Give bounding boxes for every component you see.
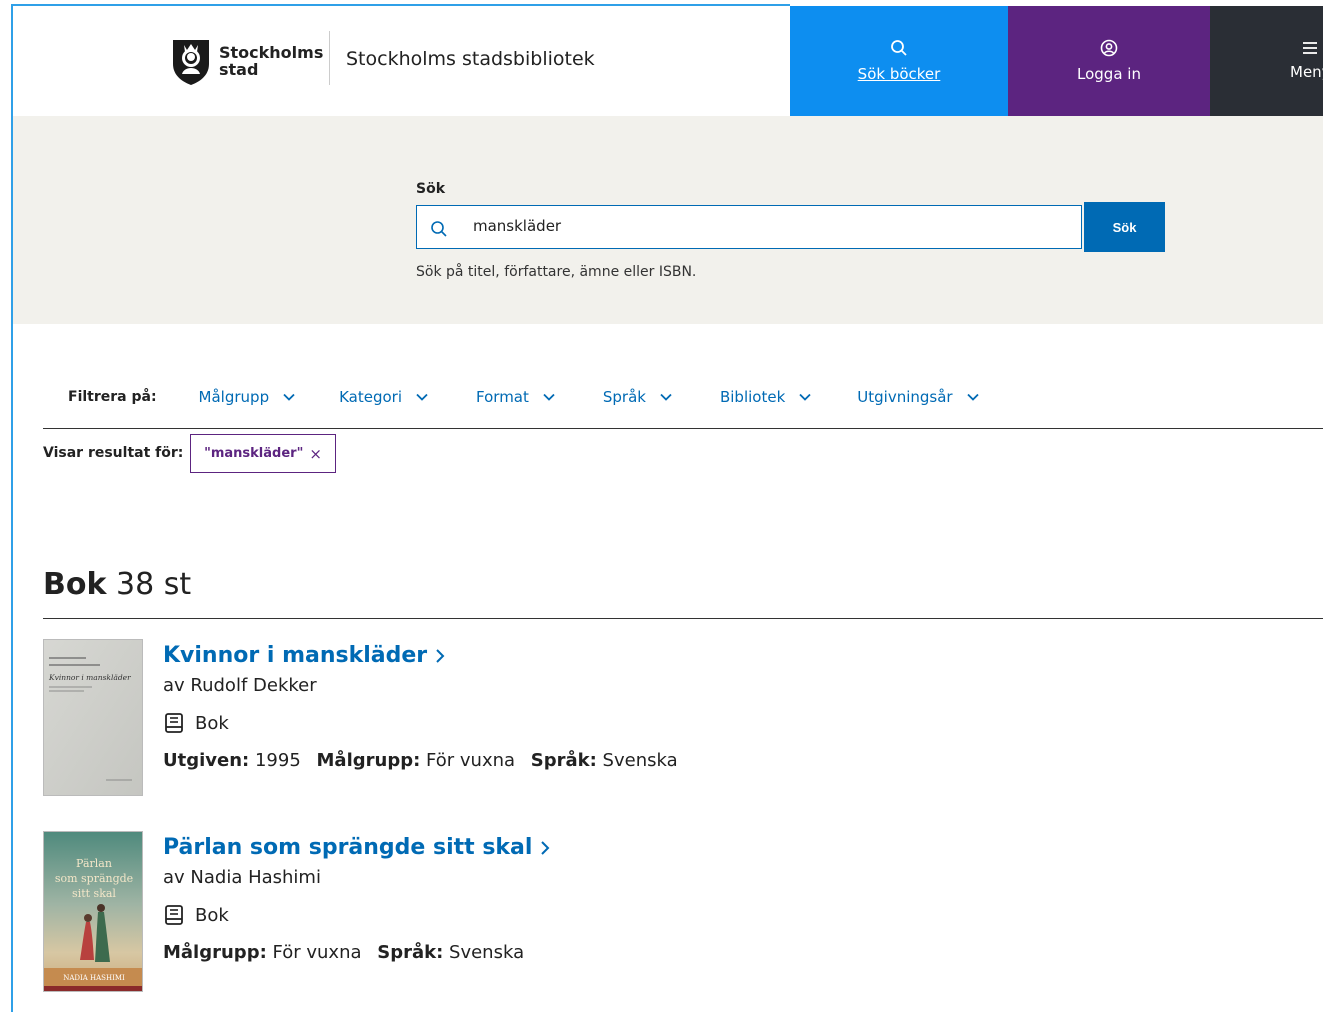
- nav-login-label: Logga in: [1077, 65, 1141, 83]
- search-label: Sök: [416, 181, 446, 197]
- search-section: Sök Sök Sök på titel, författare, ämne e…: [13, 116, 1323, 324]
- audience-label: Målgrupp:: [163, 942, 267, 963]
- site-name[interactable]: Stockholms stadsbibliotek: [346, 48, 595, 70]
- chevron-down-icon: [966, 393, 979, 401]
- user-circle-icon: [1100, 39, 1118, 57]
- book-author: av Nadia Hashimi: [163, 867, 321, 888]
- filter-item-label: Språk: [602, 388, 646, 406]
- chevron-down-icon: [799, 393, 811, 401]
- language-value: Svenska: [602, 750, 678, 771]
- book-title: Pärlan som sprängde sitt skal: [163, 835, 533, 860]
- audience-label: Målgrupp:: [316, 750, 421, 771]
- chevron-down-icon: [416, 393, 428, 401]
- filter-utgivningsar-dropdown[interactable]: Utgivningsår: [857, 388, 979, 406]
- nav-menu-button[interactable]: Meny: [1210, 6, 1323, 116]
- chevron-right-icon: [541, 840, 550, 855]
- audience-value: För vuxna: [272, 942, 362, 963]
- chevron-down-icon: [543, 393, 555, 401]
- filter-item-label: Kategori: [339, 388, 403, 406]
- search-icon: [891, 40, 907, 56]
- language-label: Språk:: [377, 942, 444, 963]
- book-author: av Rudolf Dekker: [163, 675, 317, 696]
- book-icon: [165, 905, 183, 925]
- filter-item-label: Bibliotek: [719, 388, 786, 406]
- filter-divider: [43, 428, 1323, 429]
- logo-text-line1: Stockholms: [219, 43, 324, 62]
- filter-kategori-dropdown[interactable]: Kategori: [339, 388, 428, 406]
- close-icon[interactable]: ×: [309, 445, 322, 463]
- search-input[interactable]: [471, 216, 1035, 236]
- published-label: Utgiven:: [163, 750, 250, 771]
- book-icon: [165, 713, 183, 733]
- book-format-label: Bok: [195, 904, 229, 926]
- chevron-down-icon: [660, 393, 672, 401]
- cover-title-line3: sitt skal: [72, 887, 116, 900]
- filter-format-dropdown[interactable]: Format: [476, 388, 555, 406]
- stockholm-crest-icon: [173, 40, 209, 85]
- results-divider: [43, 618, 1323, 619]
- search-submit-button[interactable]: Sök: [1084, 202, 1165, 252]
- language-value: Svenska: [449, 942, 525, 963]
- logo-text-line2: stad: [219, 60, 259, 79]
- filter-item-label: Format: [476, 388, 529, 406]
- results-count: 38 st: [115, 567, 192, 602]
- search-icon: [431, 221, 447, 237]
- active-filter-chip-label: "manskläder": [204, 446, 304, 461]
- results-heading: Bok 38 st: [43, 567, 191, 602]
- filter-item-label: Utgivningsår: [857, 388, 953, 406]
- site-header: Stockholms stad Stockholms stadsbibliote…: [13, 6, 1323, 116]
- chevron-down-icon: [283, 393, 295, 401]
- book-format-label: Bok: [195, 712, 229, 734]
- book-title-link[interactable]: Kvinnor i manskläder: [163, 643, 678, 668]
- results-type: Bok: [43, 567, 107, 602]
- language-label: Språk:: [530, 750, 597, 771]
- cover-title-line2: som sprängde: [55, 872, 133, 885]
- active-filter-chip[interactable]: "manskläder" ×: [190, 434, 336, 473]
- search-field[interactable]: [416, 205, 1082, 249]
- cover-title: Kvinnor i manskläder: [48, 673, 131, 682]
- book-title: Kvinnor i manskläder: [163, 643, 428, 668]
- book-title-link[interactable]: Pärlan som sprängde sitt skal: [163, 835, 550, 860]
- book-cover-image[interactable]: Pärlan som sprängde sitt skal NADIA HASH…: [43, 831, 143, 992]
- filter-label: Filtrera på:: [68, 389, 157, 405]
- book-info: Kvinnor i manskläder av Rudolf Dekker Bo…: [163, 643, 678, 771]
- book-meta: Målgrupp: För vuxna Språk: Svenska: [163, 942, 550, 963]
- filter-bibliotek-dropdown[interactable]: Bibliotek: [720, 388, 811, 406]
- audience-value: För vuxna: [426, 750, 516, 771]
- nav-search-books-button[interactable]: Sök böcker: [790, 6, 1008, 116]
- book-info: Pärlan som sprängde sitt skal av Nadia H…: [163, 835, 550, 963]
- search-hint: Sök på titel, författare, ämne eller ISB…: [416, 264, 697, 280]
- book-cover-image[interactable]: Kvinnor i manskläder: [43, 639, 143, 796]
- hamburger-menu-icon: [1303, 42, 1318, 54]
- stockholms-stad-logo[interactable]: Stockholms stad: [171, 36, 323, 86]
- nav-menu-label: Meny: [1290, 63, 1323, 81]
- book-cover-art: Kvinnor i manskläder: [44, 640, 142, 795]
- book-cover-art: Pärlan som sprängde sitt skal NADIA HASH…: [44, 832, 142, 991]
- nav-login-button[interactable]: Logga in: [1008, 6, 1210, 116]
- published-value: 1995: [254, 750, 301, 771]
- book-format: Bok: [163, 712, 678, 734]
- logo-divider: [329, 31, 330, 85]
- book-format: Bok: [163, 904, 550, 926]
- filter-sprak-dropdown[interactable]: Språk: [603, 388, 672, 406]
- chevron-right-icon: [436, 648, 445, 663]
- cover-title-line1: Pärlan: [76, 857, 112, 870]
- filter-item-label: Målgrupp: [198, 388, 270, 406]
- active-filters-label: Visar resultat för:: [43, 445, 184, 461]
- nav-search-label: Sök böcker: [857, 65, 941, 83]
- book-meta: Utgiven: 1995 Målgrupp: För vuxna Språk:…: [163, 750, 678, 771]
- cover-author: NADIA HASHIMI: [63, 974, 125, 982]
- filter-bar: Filtrera på: Målgrupp Kategori Format Sp…: [68, 388, 979, 406]
- filter-malgrupp-dropdown[interactable]: Målgrupp: [199, 388, 296, 406]
